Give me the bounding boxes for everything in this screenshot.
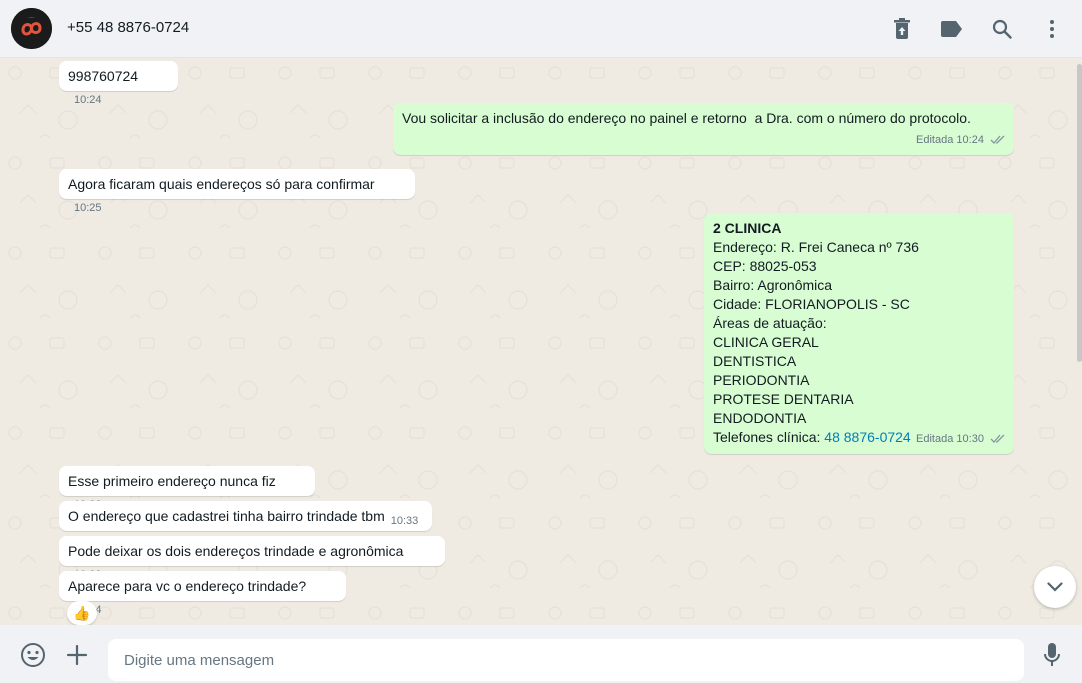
clinic-line: Endereço: R. Frei Caneca nº 736 [713,239,919,255]
message-bubble-incoming[interactable]: Agora ficaram quais endereços só para co… [59,169,415,214]
clinic-line: PROTESE DENTARIA [713,391,854,407]
message-time: 10:30 [956,433,984,445]
read-ticks-icon [990,434,1005,444]
reaction-badge[interactable]: 👍 [67,601,97,625]
svg-text:·····: ····· [28,15,34,20]
search-icon[interactable] [990,17,1014,41]
message-meta: Editada 10:30 [916,430,1006,449]
clinic-line: CEP: 88025-053 [713,258,817,274]
clinic-line: Cidade: FLORIANOPOLIS - SC [713,296,910,312]
message-text: Pode deixar os dois endereços trindade e… [68,543,404,559]
clinic-line: ENDODONTIA [713,410,807,426]
chat-header: ····· +55 48 8876-0724 [0,0,1082,58]
message-text: Esse primeiro endereço nunca fiz [68,473,276,489]
message-bubble-outgoing[interactable]: 2 CLINICA Endereço: R. Frei Caneca nº 73… [704,213,1014,454]
message-bubble-incoming[interactable]: Aparece para vc o endereço trindade?10:3… [59,571,346,616]
message-text: Agora ficaram quais endereços só para co… [68,176,375,192]
message-bubble-outgoing[interactable]: Vou solicitar a inclusão do endereço no … [393,103,1014,155]
emoji-icon[interactable] [20,642,46,668]
clinic-line: Áreas de atuação: [713,315,827,331]
avatar[interactable]: ····· [11,8,52,49]
message-time: 10:25 [74,202,102,214]
clinic-line: CLINICA GERAL [713,334,819,350]
message-text: O endereço que cadastrei tinha bairro tr… [68,508,385,524]
message-time: 10:24 [74,94,102,106]
message-bubble-incoming[interactable]: O endereço que cadastrei tinha bairro tr… [59,501,432,531]
message-time: 10:24 [956,134,984,146]
message-text: 998760724 [68,68,139,84]
label-icon[interactable] [940,17,964,41]
clinic-line: Bairro: Agronômica [713,277,833,293]
message-time: 10:33 [390,515,419,527]
message-text: Aparece para vc o endereço trindade? [68,578,307,594]
contact-name[interactable]: +55 48 8876-0724 [67,19,189,36]
message-list[interactable]: 998760724 10:24 Vou solicitar a inclusão … [0,58,1082,625]
menu-icon[interactable] [1040,17,1064,41]
message-input[interactable] [108,639,1024,681]
message-meta: Editada 10:24 [916,131,1006,150]
chevron-down-icon [1047,582,1063,592]
edited-label: Editada [916,134,954,146]
message-bubble-incoming[interactable]: 998760724 10:24 [59,61,178,106]
message-text: Vou solicitar a inclusão do endereço no … [402,110,971,126]
message-bubble-incoming[interactable]: Esse primeiro endereço nunca fiz10:32 [59,466,315,511]
scrollbar[interactable] [1077,64,1082,362]
logo-icon: ····· [11,8,52,49]
message-bubble-incoming[interactable]: Pode deixar os dois endereços trindade e… [59,536,445,581]
plus-icon[interactable] [64,642,90,668]
clinic-line: PERIODONTIA [713,372,810,388]
clinic-line: DENTISTICA [713,353,797,369]
scroll-down-button[interactable] [1034,566,1076,608]
mic-icon[interactable] [1039,642,1065,668]
composer [0,625,1082,683]
delete-icon[interactable] [890,17,914,41]
phone-link[interactable]: 48 8876-0724 [824,429,910,445]
read-ticks-icon [990,135,1005,145]
phone-label: Telefones clínica: [713,429,821,445]
clinic-title: 2 CLINICA [713,220,782,236]
edited-label: Editada [916,433,954,445]
